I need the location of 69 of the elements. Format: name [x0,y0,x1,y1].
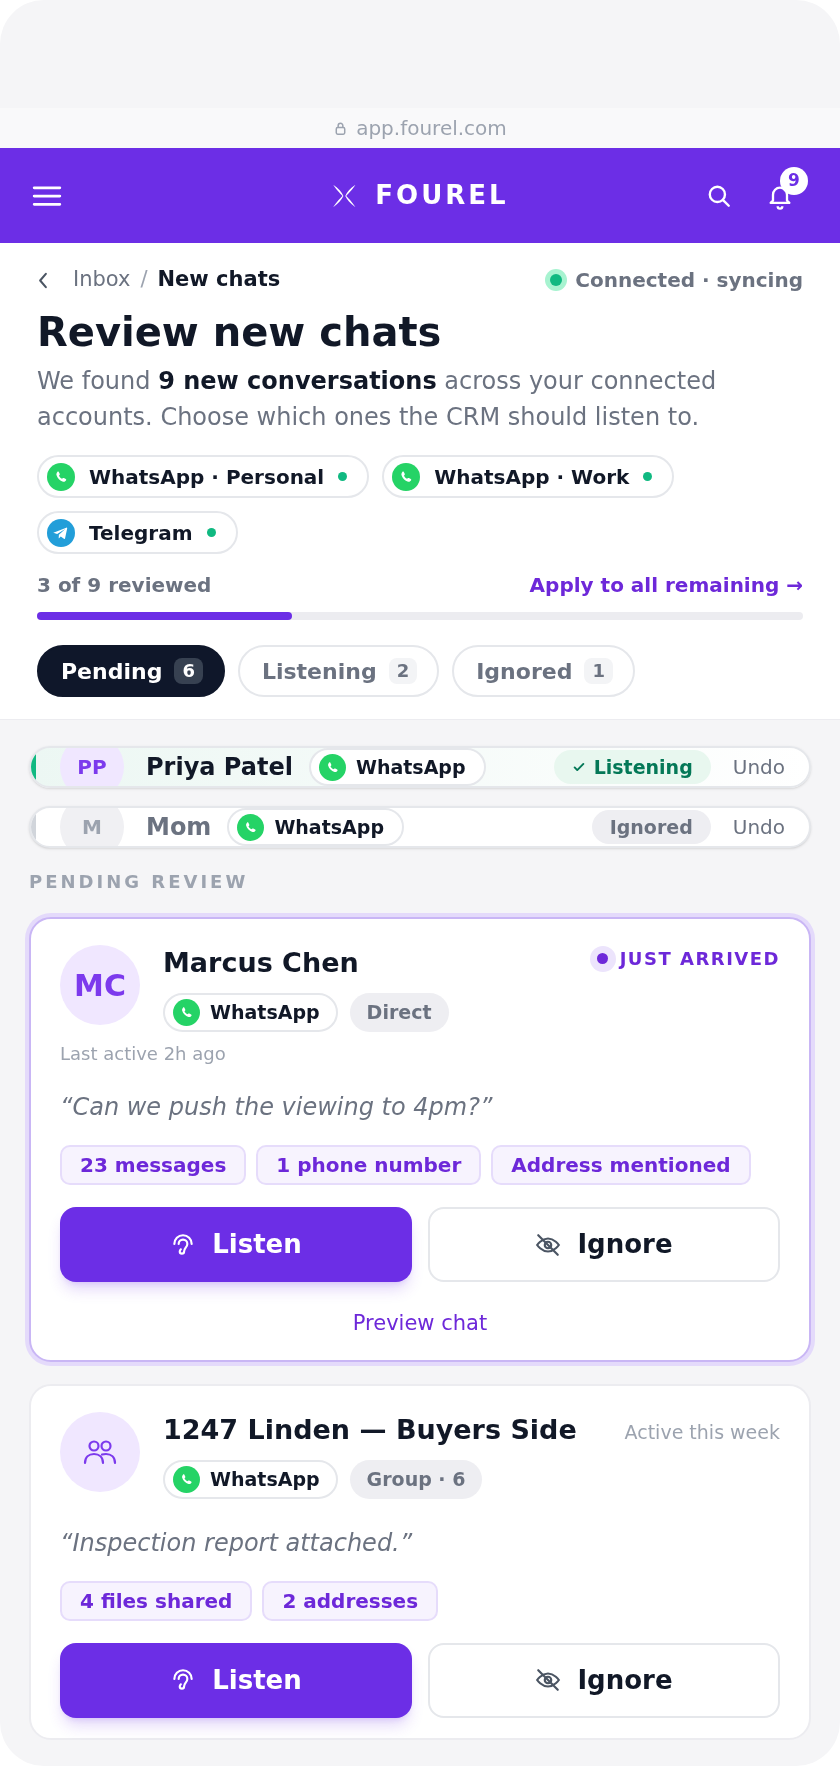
undo-link[interactable]: Undo [732,752,785,782]
phone-icon [47,462,75,491]
section-label: PENDING REVIEW [29,870,250,894]
reviewed-row[interactable]: PP Priya Patel WhatsApp Listening Undo [29,746,811,788]
contact-name: 1247 Linden — Buyers Side [163,1412,577,1447]
progress-text: 3 of 9 reviewed [37,572,212,599]
brand-name: FOUREL [375,179,509,212]
preview-link[interactable]: Preview chat [352,1308,488,1340]
phone-icon [237,813,265,841]
reviewed-row[interactable]: M Mom WhatsApp Ignored Undo [29,806,811,848]
type-tag: Group · 6 [349,1459,483,1499]
notifications-button[interactable]: 9 [766,166,808,211]
breadcrumb-current: New chats [157,266,281,294]
menu-icon[interactable] [32,184,62,207]
type-tag: Direct [349,993,449,1032]
phone-icon [173,999,200,1026]
account-chip[interactable]: WhatsApp · Personal [37,455,370,498]
channel-chip: WhatsApp [227,808,404,846]
phone-icon [173,1465,200,1493]
phone-icon [318,753,346,781]
filter-tab[interactable]: Pending 6 [37,645,225,697]
status-pill: Listening [553,750,711,784]
check-icon [571,760,586,774]
phone-icon [392,462,421,491]
back-icon[interactable] [37,270,49,290]
avatar: MC [60,945,140,1025]
channel-chip: WhatsApp [163,1459,338,1499]
avatar: PP [60,748,124,786]
ignore-button[interactable]: Ignore [428,1642,780,1718]
eye-off-icon [535,1667,562,1693]
channel-chip: WhatsApp [308,748,486,786]
count-badge: 1 [584,658,613,684]
account-chip[interactable]: WhatsApp · Work [382,455,675,498]
eye-off-icon [535,1231,562,1258]
avatar: M [60,808,124,846]
insight-tag: 23 messages [60,1145,247,1185]
breadcrumb-link[interactable]: Inbox [73,264,131,296]
apply-all-link[interactable]: Apply to all remaining → [529,570,803,600]
listen-button[interactable]: Listen [60,1642,412,1718]
insight-tag: Address mentioned [491,1145,751,1185]
contact-name: Marcus Chen [163,946,359,980]
people-icon [83,1438,117,1465]
status-pill: Ignored [591,810,711,844]
breadcrumb-separator: / [140,266,148,294]
insight-tag: 2 addresses [262,1580,439,1621]
url-text: app.fourel.com [356,115,507,142]
count-badge: 6 [174,658,203,684]
message-preview: “Can we push the viewing to 4pm?” [60,1092,494,1123]
status-label: JUST ARRIVED [619,947,780,971]
contact-name: Mom [146,812,212,843]
ignore-button[interactable]: Ignore [428,1207,780,1282]
count-badge: 2 [388,658,418,684]
last-active-text: Last active 2h ago [60,1042,227,1066]
account-chip[interactable]: Telegram [37,511,238,554]
channel-chip: WhatsApp [163,993,338,1032]
page-description: We found 9 new conversations across your connected accounts. Choose which ones the CRM should listen to. [37,366,718,433]
contact-name: Priya Patel [146,752,293,783]
message-preview: “Inspection report attached.” [60,1527,414,1559]
filter-tab[interactable]: Listening 2 [237,645,440,697]
undo-link[interactable]: Undo [732,812,785,842]
activity-text: Active this week [624,1419,780,1445]
insight-tag: 4 files shared [60,1580,253,1621]
filter-tab[interactable]: Ignored 1 [452,645,635,697]
page-title: Review new chats [37,308,443,357]
paper-plane-icon [47,518,75,547]
connection-status: Connected · syncing [575,267,803,294]
insight-tag: 1 phone number [256,1145,482,1185]
notification-badge: 9 [780,166,808,195]
listen-button[interactable]: Listen [60,1207,412,1282]
